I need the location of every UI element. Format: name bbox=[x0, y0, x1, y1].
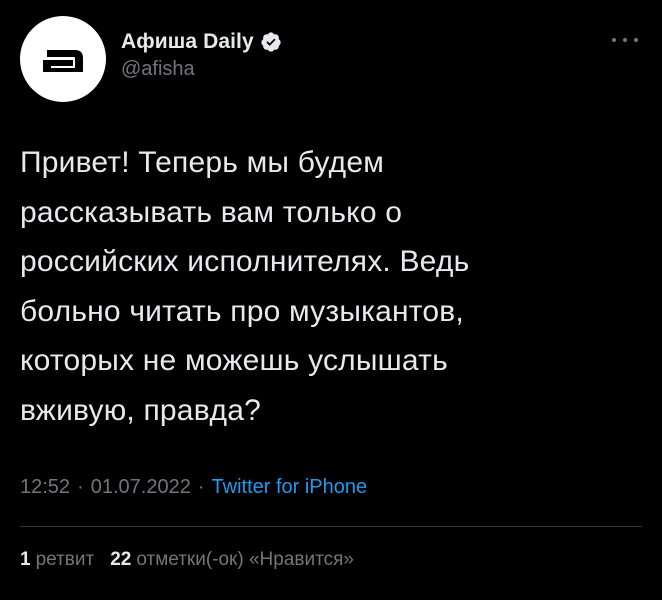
tweet-stats: 1 ретвит 22 отметки(-ок) «Нравится» bbox=[20, 549, 354, 571]
retweets-count: 1 bbox=[20, 549, 31, 570]
more-dot-icon bbox=[612, 38, 616, 42]
tweet-meta: 12:52 · 01.07.2022 · Twitter for iPhone bbox=[20, 476, 367, 499]
tweet-text: Привет! Теперь мы будем рассказывать вам… bbox=[20, 146, 470, 427]
tweet: Афиша Daily @afisha Привет! Теперь мы бу… bbox=[0, 0, 662, 600]
tweet-date[interactable]: 01.07.2022 bbox=[91, 476, 191, 499]
display-name[interactable]: Афиша Daily bbox=[121, 30, 254, 54]
meta-separator: · bbox=[197, 476, 205, 498]
meta-separator: · bbox=[77, 476, 84, 498]
more-options-button[interactable] bbox=[612, 30, 638, 50]
likes-count: 22 bbox=[110, 549, 132, 570]
retweets-label: ретвит bbox=[35, 549, 95, 570]
more-dot-icon bbox=[634, 38, 638, 42]
tweet-source-link[interactable]: Twitter for iPhone bbox=[212, 476, 368, 499]
tweet-time[interactable]: 12:52 bbox=[20, 476, 70, 499]
likes-label: отметки(-ок) «Нравится» bbox=[136, 549, 354, 570]
handle[interactable]: @afisha bbox=[121, 58, 282, 81]
retweets-stat[interactable]: 1 ретвит bbox=[20, 549, 94, 571]
verified-badge-icon bbox=[261, 32, 281, 52]
author-info[interactable]: Афиша Daily @afisha bbox=[121, 27, 282, 81]
more-dot-icon bbox=[623, 38, 627, 42]
afisha-logo-icon bbox=[43, 50, 83, 72]
likes-stat[interactable]: 22 отметки(-ок) «Нравится» bbox=[110, 549, 354, 571]
avatar[interactable] bbox=[20, 16, 106, 102]
divider bbox=[20, 526, 642, 527]
